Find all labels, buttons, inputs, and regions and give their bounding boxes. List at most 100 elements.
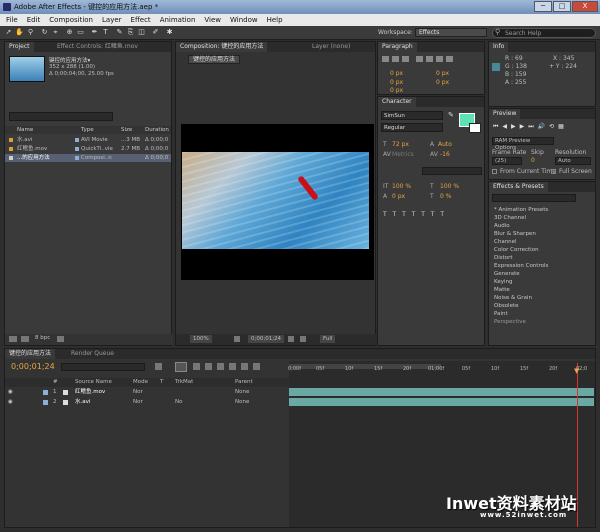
col-duration[interactable]: Duration <box>145 126 169 134</box>
clone-tool-icon[interactable]: ⎘ <box>126 28 135 37</box>
zoom-tool-icon[interactable]: ⚲ <box>26 28 35 37</box>
layer-label-color[interactable] <box>43 390 48 395</box>
workspace-dropdown[interactable]: Effects <box>415 28 487 37</box>
align-center-icon[interactable] <box>392 56 399 62</box>
comp-mini-flowchart-icon[interactable] <box>155 363 162 370</box>
menu-effect[interactable]: Effect <box>131 14 151 26</box>
font-size-value[interactable]: 72 px <box>392 141 409 148</box>
tab-timeline-comp[interactable]: 键控的应用方法 <box>5 349 56 359</box>
col-type[interactable]: Type <box>81 126 94 134</box>
visibility-eye-icon[interactable]: ◉ <box>8 398 13 407</box>
layer-row[interactable]: ◉ 1 红鳍鱼.mov Nor None <box>5 388 292 397</box>
effects-category[interactable]: Generate <box>489 270 595 278</box>
layer-parent[interactable]: None <box>235 398 249 407</box>
stroke-color-swatch[interactable] <box>469 123 481 133</box>
layer-duration-bar[interactable] <box>289 388 594 396</box>
effects-search-input[interactable] <box>492 194 576 202</box>
effects-category[interactable]: 3D Channel <box>489 214 595 222</box>
graph-editor-icon[interactable] <box>253 363 260 370</box>
baseline-shift-value[interactable]: 0 px <box>392 193 405 200</box>
menu-view[interactable]: View <box>204 14 221 26</box>
col-parent[interactable]: Parent <box>235 378 253 387</box>
menu-edit[interactable]: Edit <box>27 14 41 26</box>
draft-3d-icon[interactable] <box>193 363 200 370</box>
eraser-tool-icon[interactable]: ◫ <box>137 28 146 37</box>
pan-behind-tool-icon[interactable]: ⊕ <box>65 28 74 37</box>
menu-window[interactable]: Window <box>230 14 258 26</box>
comp-flow-button[interactable]: 键控的应用方法 <box>188 55 241 64</box>
faux-style-buttons[interactable]: TTTTTTT <box>383 211 450 218</box>
kerning-value[interactable]: Metrics <box>392 151 414 158</box>
visibility-eye-icon[interactable]: ◉ <box>8 388 13 397</box>
col-name[interactable]: Name <box>17 126 33 134</box>
effects-category[interactable]: Expression Controls <box>489 262 595 270</box>
tab-character[interactable]: Character <box>378 97 416 107</box>
effects-category[interactable]: Perspective <box>489 318 595 326</box>
rectangle-tool-icon[interactable]: ▭ <box>76 28 85 37</box>
ram-preview-dropdown[interactable]: RAM Preview Options <box>492 137 554 151</box>
playback-controls[interactable]: ⏮◀▶▶⏭🔊⟲▦ <box>493 123 568 131</box>
tab-effect-controls[interactable]: Effect Controls: 红鳍鱼.mov <box>53 42 142 52</box>
minimize-button[interactable]: ─ <box>534 1 552 12</box>
search-help-input[interactable]: Search Help <box>492 28 596 38</box>
space-before-value[interactable]: 0 px <box>390 79 403 86</box>
resolution-dropdown[interactable]: Full <box>320 335 336 343</box>
justify-right-icon[interactable] <box>436 56 443 62</box>
interpret-footage-icon[interactable] <box>9 336 17 342</box>
resolution-dropdown-preview[interactable]: Auto <box>555 157 591 165</box>
space-after-value[interactable]: 0 px <box>436 79 449 86</box>
font-style-dropdown[interactable]: Regular <box>381 123 443 132</box>
layer-duration-bar[interactable] <box>289 398 594 406</box>
type-tool-icon[interactable]: T <box>101 28 110 37</box>
layer-parent[interactable]: None <box>235 388 249 397</box>
color-channel-icon[interactable] <box>300 336 306 342</box>
pen-tool-icon[interactable]: ✒ <box>90 28 99 37</box>
col-source-name[interactable]: Source Name <box>75 378 112 387</box>
effects-category[interactable]: Obsolete <box>489 302 595 310</box>
brainstorm-icon[interactable] <box>241 363 248 370</box>
skip-value[interactable]: 0 <box>531 157 535 164</box>
layer-label-color[interactable] <box>43 400 48 405</box>
first-line-indent-value[interactable]: 0 px <box>390 87 403 94</box>
vertical-scale-value[interactable]: 100 % <box>392 183 411 190</box>
justify-center-icon[interactable] <box>426 56 433 62</box>
menu-layer[interactable]: Layer <box>102 14 122 26</box>
indent-right-value[interactable]: 0 px <box>436 70 449 77</box>
layer-mode[interactable]: Nor <box>133 388 143 397</box>
tracking-value[interactable]: -16 <box>440 151 450 158</box>
menu-help[interactable]: Help <box>267 14 283 26</box>
motion-blur-icon[interactable] <box>229 363 236 370</box>
live-update-icon[interactable] <box>175 362 187 372</box>
layer-name[interactable]: 红鳍鱼.mov <box>75 388 105 397</box>
effects-category[interactable]: Audio <box>489 222 595 230</box>
magnification-dropdown[interactable]: 100% <box>190 335 212 343</box>
tab-preview[interactable]: Preview <box>489 109 521 119</box>
indent-left-value[interactable]: 0 px <box>390 70 403 77</box>
full-screen-checkbox[interactable] <box>551 169 556 174</box>
new-folder-icon[interactable] <box>21 336 29 342</box>
menu-composition[interactable]: Composition <box>49 14 93 26</box>
col-mode[interactable]: Mode <box>133 378 148 387</box>
trash-icon[interactable] <box>57 336 64 342</box>
menu-animation[interactable]: Animation <box>160 14 196 26</box>
horizontal-scale-value[interactable]: 100 % <box>440 183 459 190</box>
snapshot-icon[interactable] <box>234 336 240 342</box>
effects-category[interactable]: Keying <box>489 278 595 286</box>
bit-depth-button[interactable]: 8 bpc <box>35 335 50 341</box>
tab-render-queue[interactable]: Render Queue <box>67 349 118 359</box>
camera-icon[interactable] <box>288 336 294 342</box>
col-size[interactable]: Size <box>121 126 132 134</box>
tsume-value[interactable]: 0 % <box>440 193 451 200</box>
project-item[interactable]: ...的应用方法 Composi..n Δ 0;00;0 <box>5 154 171 162</box>
timeline-timecode[interactable]: 0;00;01;24 <box>11 362 55 371</box>
tab-project[interactable]: Project <box>5 42 34 52</box>
effects-category[interactable]: * Animation Presets <box>489 206 595 214</box>
effects-category[interactable]: Channel <box>489 238 595 246</box>
selection-tool-icon[interactable]: ➚ <box>4 28 13 37</box>
hand-tool-icon[interactable]: ✋ <box>15 28 24 37</box>
effects-category[interactable]: Distort <box>489 254 595 262</box>
effects-category[interactable]: Noise & Grain <box>489 294 595 302</box>
camera-tool-icon[interactable]: ⌖ <box>51 28 60 37</box>
close-button[interactable]: X <box>572 1 598 12</box>
puppet-tool-icon[interactable]: ✱ <box>165 28 174 37</box>
